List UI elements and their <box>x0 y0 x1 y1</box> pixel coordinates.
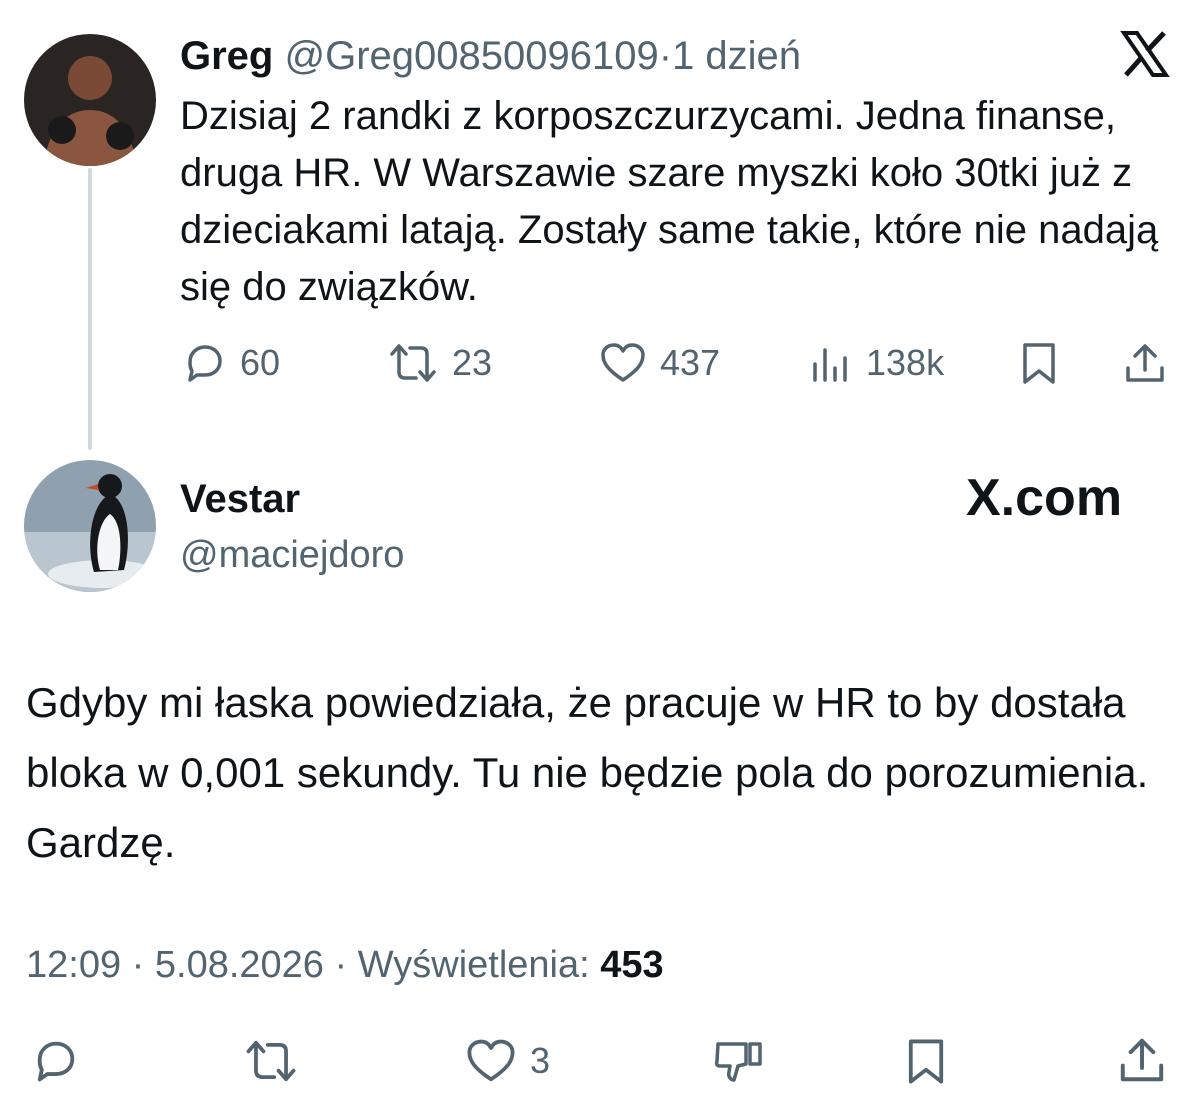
watermark: X.com <box>966 469 1123 527</box>
repost-button[interactable]: 23 <box>386 340 492 386</box>
share-button[interactable] <box>1122 340 1168 386</box>
separator: · <box>658 34 673 78</box>
tweet-header: Greg @Greg00850096109·1 dzień <box>180 30 801 82</box>
tweet-time[interactable]: 1 dzień <box>672 34 801 78</box>
reply-button[interactable]: 60 <box>182 340 280 386</box>
tweet-text: Dzisiaj 2 randki z korposzczurzycami. Je… <box>180 94 1159 309</box>
author-name[interactable]: Greg <box>180 34 273 78</box>
avatar-vestar[interactable] <box>24 460 156 592</box>
reply-repost-button[interactable] <box>242 1036 300 1086</box>
like-button[interactable]: 437 <box>598 340 720 386</box>
share-icon <box>1116 1034 1168 1086</box>
repost-count: 23 <box>452 342 493 383</box>
reply-author-handle[interactable]: @maciejdoro <box>180 532 404 578</box>
dislike-icon <box>712 1036 766 1086</box>
dislike-button[interactable] <box>712 1036 766 1086</box>
views-count: 138k <box>866 342 945 383</box>
thread-line <box>88 168 92 450</box>
x-logo-icon[interactable] <box>1120 30 1170 83</box>
views-label: Wyświetlenia: <box>357 944 590 986</box>
bookmark-button[interactable] <box>1016 340 1062 386</box>
avatar-greg[interactable] <box>24 34 156 166</box>
repost-icon <box>242 1036 300 1086</box>
like-icon <box>598 340 648 386</box>
share-icon <box>1122 340 1168 386</box>
views-total[interactable]: 453 <box>600 944 663 986</box>
views-button[interactable]: 138k <box>808 340 944 386</box>
reply-bookmark-button[interactable] <box>900 1036 952 1086</box>
reply-icon <box>30 1036 82 1086</box>
reply-date[interactable]: 5.08.2026 <box>155 944 324 986</box>
reply-like-button[interactable]: 3 <box>464 1036 550 1086</box>
bookmark-icon <box>900 1036 952 1086</box>
author-handle[interactable]: @Greg00850096109 <box>284 34 658 78</box>
reply-meta: 12:09 · 5.08.2026 · Wyświetlenia: 453 <box>26 944 664 986</box>
reply-reply-button[interactable] <box>30 1036 82 1086</box>
repost-icon <box>386 340 440 386</box>
reply-like-count: 3 <box>530 1040 551 1081</box>
reply-author-name[interactable]: Vestar <box>180 476 300 522</box>
like-count: 437 <box>660 342 721 383</box>
reply-icon <box>182 340 228 386</box>
reply-share-button[interactable] <box>1116 1034 1168 1086</box>
reply-text: Gdyby mi łaska powiedziała, że pracuje w… <box>26 679 1149 866</box>
bookmark-icon <box>1016 340 1062 386</box>
like-icon <box>464 1036 518 1086</box>
views-icon <box>808 340 854 386</box>
reply-count: 60 <box>240 342 281 383</box>
reply-time[interactable]: 12:09 <box>26 944 121 986</box>
